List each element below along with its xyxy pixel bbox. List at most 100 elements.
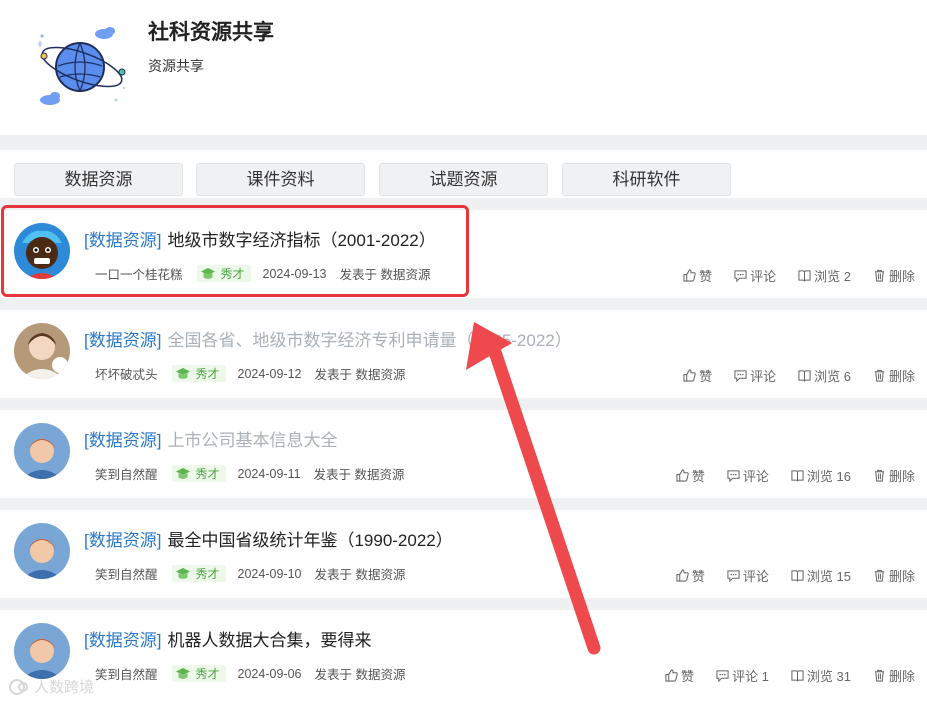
book-icon <box>791 570 804 582</box>
rank-badge: 秀才 <box>171 665 226 682</box>
comment-button[interactable]: 评论 <box>734 266 776 285</box>
post-actions: 赞 评论 浏览 15 删除 <box>654 566 915 585</box>
post-author[interactable]: 坏坏破忒头 <box>95 364 158 383</box>
comment-icon <box>727 570 740 582</box>
post-date: 2024-09-12 <box>237 366 302 381</box>
trash-icon <box>874 669 885 682</box>
thumbs-up-icon <box>665 669 678 682</box>
delete-button[interactable]: 删除 <box>873 266 915 285</box>
trash-icon <box>874 369 885 382</box>
post-category-tag[interactable]: [数据资源] <box>84 631 161 650</box>
avatar[interactable] <box>14 623 70 679</box>
comment-icon <box>734 270 747 282</box>
watermark-logo-icon <box>9 678 28 695</box>
comment-button[interactable]: 评论 <box>734 366 776 385</box>
post-category-tag[interactable]: [数据资源] <box>84 431 161 450</box>
post-title[interactable]: 机器人数据大合集，要得来 <box>167 631 371 650</box>
views-count: 浏览 16 <box>791 466 851 485</box>
thumbs-up-icon <box>676 469 689 482</box>
tab-exam-resources[interactable]: 试题资源 <box>379 163 548 196</box>
book-icon <box>791 670 804 682</box>
highlight-box <box>1 205 469 297</box>
post-author[interactable]: 笑到自然醒 <box>95 664 158 683</box>
post-title[interactable]: 上市公司基本信息大全 <box>167 431 337 450</box>
graduation-cap-icon <box>175 567 190 579</box>
delete-button[interactable]: 删除 <box>873 466 915 485</box>
post-category-tag[interactable]: [数据资源] <box>84 531 161 550</box>
post-meta: 笑到自然醒 秀才 2024-09-11 发表于 数据资源 <box>95 464 405 483</box>
post-title[interactable]: 全国各省、地级市数字经济专利申请量（1985-2022） <box>167 331 571 350</box>
avatar[interactable] <box>14 423 70 479</box>
rank-badge: 秀才 <box>171 465 226 482</box>
post-item[interactable]: [数据资源] 机器人数据大合集，要得来 笑到自然醒 秀才 2024-09-06 发… <box>0 610 927 702</box>
like-button[interactable]: 赞 <box>683 366 712 385</box>
thumbs-up-icon <box>683 369 696 382</box>
rank-badge: 秀才 <box>171 565 226 582</box>
post-location: 发表于 数据资源 <box>314 668 406 682</box>
post-actions: 赞 评论 浏览 16 删除 <box>654 466 915 485</box>
post-author[interactable]: 笑到自然醒 <box>95 564 158 583</box>
post-title-line[interactable]: [数据资源] 机器人数据大合集，要得来 <box>84 626 371 651</box>
globe-logo-icon <box>38 27 126 105</box>
views-count: 浏览 6 <box>798 366 851 385</box>
group-header: 社科资源共享 资源共享 <box>0 0 927 135</box>
delete-button[interactable]: 删除 <box>873 366 915 385</box>
post-location: 发表于 数据资源 <box>313 468 405 482</box>
like-button[interactable]: 赞 <box>676 466 705 485</box>
delete-button[interactable]: 删除 <box>873 666 915 685</box>
rank-badge: 秀才 <box>171 365 226 382</box>
comment-icon <box>734 370 747 382</box>
avatar[interactable] <box>14 323 70 379</box>
trash-icon <box>874 269 885 282</box>
like-button[interactable]: 赞 <box>683 266 712 285</box>
thumbs-up-icon <box>683 269 696 282</box>
thumbs-up-icon <box>676 569 689 582</box>
graduation-cap-icon <box>175 667 190 679</box>
group-title: 社科资源共享 <box>148 21 274 44</box>
post-item[interactable]: [数据资源] 最全中国省级统计年鉴（1990-2022） 笑到自然醒 秀才 202… <box>0 510 927 598</box>
comment-button[interactable]: 评论 1 <box>716 666 769 685</box>
avatar[interactable] <box>14 523 70 579</box>
book-icon <box>798 370 811 382</box>
post-date: 2024-09-11 <box>237 466 301 481</box>
post-title-line[interactable]: [数据资源] 最全中国省级统计年鉴（1990-2022） <box>84 526 453 551</box>
post-title-line[interactable]: [数据资源] 上市公司基本信息大全 <box>84 426 337 451</box>
tab-research-software[interactable]: 科研软件 <box>562 163 731 196</box>
book-icon <box>798 270 811 282</box>
watermark: 人数跨境 <box>8 676 94 697</box>
post-author[interactable]: 笑到自然醒 <box>95 464 158 483</box>
post-date: 2024-09-06 <box>237 666 302 681</box>
trash-icon <box>874 469 885 482</box>
comment-icon <box>727 470 740 482</box>
post-location: 发表于 数据资源 <box>314 368 406 382</box>
group-subtitle: 资源共享 <box>148 58 204 74</box>
tab-courseware[interactable]: 课件资料 <box>196 163 365 196</box>
like-button[interactable]: 赞 <box>676 566 705 585</box>
comment-button[interactable]: 评论 <box>727 566 769 585</box>
tab-data-resources[interactable]: 数据资源 <box>14 163 183 196</box>
post-actions: 赞 评论 1 浏览 31 删除 <box>643 666 915 685</box>
views-count: 浏览 31 <box>791 666 851 685</box>
post-title[interactable]: 最全中国省级统计年鉴（1990-2022） <box>167 531 452 550</box>
graduation-cap-icon <box>175 467 190 479</box>
category-tabs: 数据资源 课件资料 试题资源 科研软件 <box>0 150 927 198</box>
comment-icon <box>716 670 729 682</box>
comment-button[interactable]: 评论 <box>727 466 769 485</box>
views-count: 浏览 2 <box>798 266 851 285</box>
like-button[interactable]: 赞 <box>665 666 694 685</box>
post-date: 2024-09-10 <box>237 566 302 581</box>
views-count: 浏览 15 <box>791 566 851 585</box>
post-item[interactable]: [数据资源] 上市公司基本信息大全 笑到自然醒 秀才 2024-09-11 发表于… <box>0 410 927 498</box>
delete-button[interactable]: 删除 <box>873 566 915 585</box>
post-actions: 赞 评论 浏览 6 删除 <box>661 366 915 385</box>
post-meta: 笑到自然醒 秀才 2024-09-06 发表于 数据资源 <box>95 664 405 683</box>
post-item[interactable]: [数据资源] 全国各省、地级市数字经济专利申请量（1985-2022） 坏坏破忒头… <box>0 310 927 398</box>
trash-icon <box>874 569 885 582</box>
post-location: 发表于 数据资源 <box>314 568 406 582</box>
post-category-tag[interactable]: [数据资源] <box>84 331 161 350</box>
graduation-cap-icon <box>175 367 190 379</box>
book-icon <box>791 470 804 482</box>
post-actions: 赞 评论 浏览 2 删除 <box>661 266 915 285</box>
post-title-line[interactable]: [数据资源] 全国各省、地级市数字经济专利申请量（1985-2022） <box>84 326 572 351</box>
post-meta: 坏坏破忒头 秀才 2024-09-12 发表于 数据资源 <box>95 364 405 383</box>
